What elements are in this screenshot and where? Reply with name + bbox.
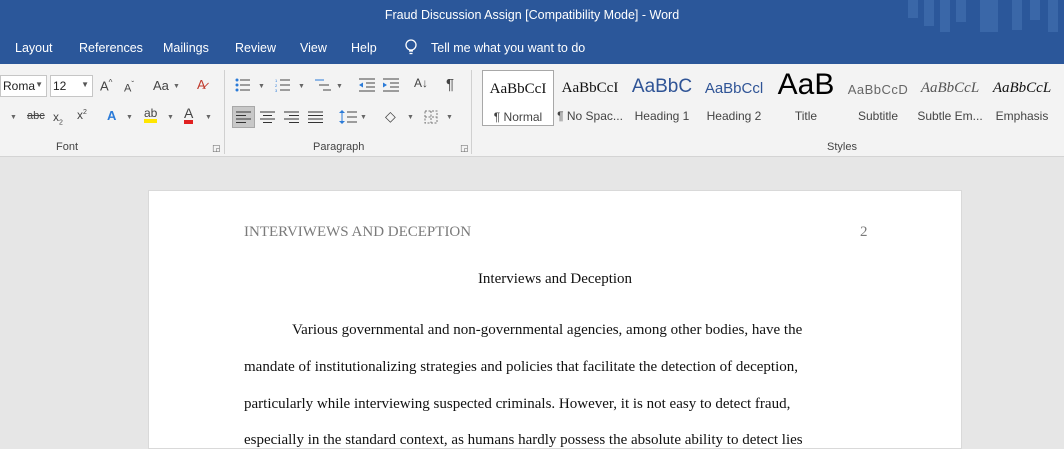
line-spacing-icon[interactable]	[339, 109, 357, 125]
style-sample: AaBbCcD	[847, 82, 909, 97]
style-no-spacing[interactable]: AaBbCcI ¶ No Spac...	[554, 70, 626, 126]
font-group-label: Font	[56, 141, 79, 153]
shrink-font-icon[interactable]: Aˇ	[124, 80, 134, 95]
chevron-down-icon[interactable]: ▼	[336, 83, 343, 90]
tab-review[interactable]: Review	[235, 41, 276, 55]
justify-icon[interactable]	[308, 111, 323, 123]
style-sample: AaBbCcI	[489, 81, 547, 97]
styles-group-label: Styles	[827, 141, 857, 153]
show-formatting-marks-icon[interactable]: ¶	[446, 76, 454, 93]
style-sample: AaBbCcI	[561, 80, 619, 96]
title-bar: Fraud Discussion Assign [Compatibility M…	[0, 0, 1064, 32]
bullets-icon[interactable]	[235, 78, 251, 92]
tab-references[interactable]: References	[79, 41, 143, 55]
style-normal[interactable]: AaBbCcI ¶ Normal	[482, 70, 554, 126]
font-size-value: 12	[53, 79, 67, 93]
sort-icon[interactable]: A↓	[414, 76, 428, 90]
paragraph-line: especially in the standard context, as h…	[244, 432, 803, 448]
group-separator	[224, 70, 225, 154]
style-sample: AaB	[777, 70, 835, 101]
font-name-box[interactable]: Roma ▼	[0, 75, 47, 97]
style-name: Subtle Em...	[917, 109, 983, 123]
chevron-down-icon[interactable]: ▼	[173, 83, 180, 90]
style-title[interactable]: AaB Title	[770, 70, 842, 126]
font-size-box[interactable]: 12 ▼	[50, 75, 93, 97]
style-sample: AaBbCcL	[920, 80, 980, 96]
group-separator	[471, 70, 472, 154]
strikethrough-icon[interactable]: abc	[27, 110, 45, 122]
font-color-icon[interactable]: A	[184, 106, 194, 124]
highlight-icon[interactable]: ab	[144, 107, 158, 123]
style-name: Heading 2	[706, 109, 762, 123]
numbering-icon[interactable]: 1 2 3	[275, 78, 291, 92]
paragraph-line: mandate of institutionalizing strategies…	[244, 359, 798, 375]
style-subtitle[interactable]: AaBbCcD Subtitle	[842, 70, 914, 126]
chevron-down-icon[interactable]: ▼	[407, 114, 414, 121]
chevron-down-icon[interactable]: ▼	[298, 83, 305, 90]
chevron-down-icon[interactable]: ▼	[81, 80, 89, 89]
dialog-launcher-icon[interactable]: ◲	[212, 143, 221, 154]
subscript-icon[interactable]: x2	[53, 110, 63, 126]
change-case-icon[interactable]: Aa	[153, 78, 169, 93]
svg-text:3: 3	[275, 88, 278, 92]
tab-layout[interactable]: Layout	[15, 41, 53, 55]
document-title: Interviews and Deception	[477, 271, 633, 287]
tab-mailings[interactable]: Mailings	[163, 41, 209, 55]
chevron-down-icon[interactable]: ▼	[126, 114, 133, 121]
tab-help[interactable]: Help	[351, 41, 377, 55]
paragraph-line: Various governmental and non-governmenta…	[292, 322, 803, 338]
style-name: Title	[794, 109, 818, 123]
style-heading-1[interactable]: AaBbC Heading 1	[626, 70, 698, 126]
chevron-down-icon[interactable]: ▼	[205, 114, 212, 121]
multilevel-list-icon[interactable]	[314, 78, 332, 92]
style-sample: AaBbC	[631, 76, 693, 97]
align-left-icon[interactable]	[236, 111, 251, 123]
chevron-down-icon[interactable]: ▼	[35, 80, 43, 89]
style-name: ¶ No Spac...	[557, 109, 623, 123]
borders-icon[interactable]	[424, 110, 438, 124]
chevron-down-icon[interactable]: ▼	[258, 83, 265, 90]
text-effects-icon[interactable]: A	[107, 108, 116, 123]
page-number: 2	[860, 224, 868, 240]
font-name-value: Roma	[3, 79, 36, 93]
paragraph-line: particularly while interviewing suspecte…	[244, 396, 791, 412]
ribbon-tabs: Layout References Mailings Review View H…	[0, 32, 1064, 64]
grow-font-icon[interactable]: A^	[100, 78, 112, 93]
tab-view[interactable]: View	[300, 41, 327, 55]
tell-me-search[interactable]: Tell me what you want to do	[431, 41, 585, 55]
increase-indent-icon[interactable]	[382, 78, 400, 92]
style-heading-2[interactable]: AaBbCcl Heading 2	[698, 70, 770, 126]
dialog-launcher-icon[interactable]: ◲	[460, 143, 469, 154]
window-title: Fraud Discussion Assign [Compatibility M…	[384, 8, 680, 22]
superscript-icon[interactable]: x2	[77, 108, 87, 122]
style-sample: AaBbCcL	[992, 80, 1052, 96]
style-name: Heading 1	[634, 109, 690, 123]
chevron-down-icon[interactable]: ▼	[360, 114, 367, 121]
chevron-down-icon[interactable]: ▼	[10, 114, 17, 121]
style-name: Emphasis	[995, 109, 1049, 123]
lightbulb-icon[interactable]	[403, 38, 419, 56]
ribbon: Roma ▼ 12 ▼ A^ Aˇ Aa ▼ A̷ ▼ abc x2 x2 A …	[0, 64, 1064, 157]
running-head: INTERVIWEWS AND DECEPTION	[244, 224, 472, 240]
align-right-icon[interactable]	[284, 111, 299, 123]
style-name: Subtitle	[857, 109, 899, 123]
decrease-indent-icon[interactable]	[358, 78, 376, 92]
clear-formatting-icon[interactable]: A̷	[197, 77, 206, 92]
style-emphasis[interactable]: AaBbCcL Emphasis	[986, 70, 1058, 126]
style-sample: AaBbCcl	[704, 80, 764, 97]
shading-icon[interactable]: ◇	[385, 108, 396, 125]
align-center-icon[interactable]	[260, 111, 275, 123]
chevron-down-icon[interactable]: ▼	[446, 114, 453, 121]
paragraph-group-label: Paragraph	[313, 141, 365, 153]
document-page[interactable]: INTERVIWEWS AND DECEPTION 2 Interviews a…	[148, 190, 962, 449]
style-subtle-emphasis[interactable]: AaBbCcL Subtle Em...	[914, 70, 986, 126]
chevron-down-icon[interactable]: ▼	[167, 114, 174, 121]
style-name: ¶ Normal	[493, 110, 543, 124]
